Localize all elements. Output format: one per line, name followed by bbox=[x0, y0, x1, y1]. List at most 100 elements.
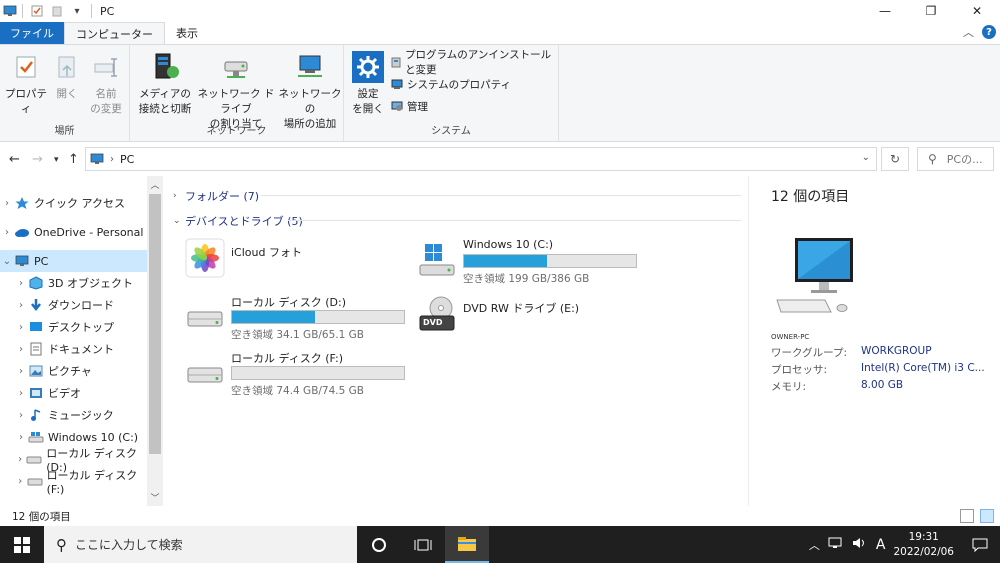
usage-bar-fill bbox=[232, 311, 315, 323]
minimize-button[interactable]: — bbox=[862, 0, 908, 22]
task-view-button[interactable] bbox=[401, 526, 445, 563]
divider bbox=[91, 4, 92, 18]
chevron-right-icon[interactable]: › bbox=[14, 432, 28, 443]
back-button[interactable]: ← bbox=[9, 152, 20, 167]
free-space-text: 空き領域 199 GB/386 GB bbox=[463, 273, 590, 285]
notification-button[interactable] bbox=[960, 526, 1000, 563]
forward-button[interactable]: → bbox=[32, 152, 43, 167]
nav-drive-f[interactable]: › ローカル ディスク (F:) bbox=[0, 469, 147, 496]
volume-icon[interactable] bbox=[852, 537, 868, 552]
media-connect-button[interactable]: メディアの 接続と切断 bbox=[134, 51, 196, 117]
cloud-icon bbox=[14, 225, 30, 239]
divider bbox=[22, 4, 23, 18]
computer-name: OWNER-PC bbox=[771, 333, 810, 341]
free-space-text: 空き領域 34.1 GB/65.1 GB bbox=[231, 329, 364, 341]
scrollbar-thumb[interactable] bbox=[149, 194, 161, 454]
chevron-right-icon[interactable]: › bbox=[14, 278, 28, 289]
search-icon: ⚲ bbox=[56, 535, 67, 554]
tab-file[interactable]: ファイル bbox=[0, 22, 64, 44]
pc-icon[interactable] bbox=[2, 3, 18, 19]
ribbon-group-network: メディアの 接続と切断 ネットワーク ドライブ の割り当て ネットワークの 場所… bbox=[130, 45, 344, 141]
scroll-down-icon[interactable]: ﹀ bbox=[147, 491, 163, 504]
chevron-right-icon[interactable]: › bbox=[14, 300, 28, 311]
open-button[interactable]: 開く bbox=[50, 51, 84, 102]
recent-locations-icon[interactable]: ▾ bbox=[54, 155, 59, 165]
details-title: 12 個の項目 bbox=[771, 189, 850, 205]
ime-indicator[interactable]: A bbox=[876, 537, 886, 553]
chevron-up-icon[interactable]: ︿ bbox=[809, 537, 820, 553]
chevron-right-icon[interactable]: › bbox=[0, 198, 14, 209]
nav-music[interactable]: › ミュージック bbox=[0, 404, 147, 426]
tiles-view-button[interactable] bbox=[980, 509, 994, 523]
folders-section-header[interactable]: › フォルダー (7) bbox=[173, 188, 259, 204]
tile-drive-e[interactable]: DVD DVD RW ドライブ (E:) bbox=[415, 292, 645, 338]
chevron-right-icon[interactable]: › bbox=[173, 191, 185, 201]
quick-access-dropdown-icon[interactable]: ▾ bbox=[70, 4, 84, 18]
nav-videos[interactable]: › ビデオ bbox=[0, 382, 147, 404]
tab-computer[interactable]: コンピューター bbox=[64, 22, 165, 44]
chevron-right-icon[interactable]: › bbox=[14, 476, 27, 487]
chevron-down-icon[interactable]: ⌄ bbox=[0, 256, 14, 267]
tab-view[interactable]: 表示 bbox=[165, 22, 209, 44]
chevron-down-icon[interactable]: ⌄ bbox=[173, 216, 185, 226]
network-icon[interactable] bbox=[828, 537, 844, 552]
refresh-button[interactable]: ↻ bbox=[881, 147, 909, 171]
chevron-down-icon[interactable]: ⌄ bbox=[862, 152, 870, 163]
usage-bar bbox=[231, 366, 405, 380]
tile-icloud-photos[interactable]: iCloud フォト bbox=[183, 236, 403, 282]
chevron-right-icon[interactable]: › bbox=[0, 227, 14, 238]
nav-desktop[interactable]: › デスクトップ bbox=[0, 316, 147, 338]
properties-quick-icon[interactable] bbox=[30, 4, 44, 18]
help-icon[interactable]: ? bbox=[982, 25, 996, 39]
chevron-right-icon[interactable]: › bbox=[14, 388, 28, 399]
nav-onedrive[interactable]: › OneDrive - Personal bbox=[0, 221, 147, 243]
gear-icon bbox=[352, 51, 384, 83]
nav-3d-objects[interactable]: › 3D オブジェクト bbox=[0, 272, 147, 294]
nav-downloads[interactable]: › ダウンロード bbox=[0, 294, 147, 316]
devices-section-header[interactable]: ⌄ デバイスとドライブ (5) bbox=[173, 213, 303, 229]
address-bar[interactable]: › PC ⌄ bbox=[85, 147, 877, 171]
properties-icon bbox=[10, 51, 42, 83]
nav-pc[interactable]: ⌄ PC bbox=[0, 250, 147, 272]
map-network-drive-button[interactable]: ネットワーク ドライブ の割り当て bbox=[196, 51, 276, 132]
cortana-button[interactable] bbox=[357, 526, 401, 563]
chevron-right-icon[interactable]: › bbox=[14, 410, 28, 421]
up-button[interactable]: ↑ bbox=[68, 152, 79, 167]
tile-drive-f[interactable]: ローカル ディスク (F:) 空き領域 74.4 GB/74.5 GB bbox=[183, 348, 413, 398]
close-button[interactable]: ✕ bbox=[954, 0, 1000, 22]
address-path: PC bbox=[120, 152, 135, 166]
manage-button[interactable]: 管理 bbox=[390, 97, 428, 115]
chevron-right-icon[interactable]: › bbox=[14, 344, 28, 355]
search-input[interactable]: ⚲ PCの... bbox=[917, 147, 994, 171]
taskbar: ⚲ ここに入力して検索 ︿ A 19:31 2022/02/06 bbox=[0, 526, 1000, 563]
properties-button[interactable]: プロパティ bbox=[4, 51, 48, 117]
details-view-button[interactable] bbox=[960, 509, 974, 523]
system-properties-button[interactable]: システムのプロパティ bbox=[390, 75, 511, 93]
nav-scrollbar[interactable]: ︿ ﹀ bbox=[147, 176, 163, 506]
group-label-system: システム bbox=[431, 126, 471, 137]
desktop-icon bbox=[28, 320, 44, 334]
add-network-location-button[interactable]: ネットワークの 場所の追加 bbox=[278, 51, 342, 132]
chevron-right-icon[interactable]: › bbox=[14, 454, 26, 465]
collapse-ribbon-icon[interactable]: ︿ bbox=[963, 24, 974, 40]
nav-pictures[interactable]: › ピクチャ bbox=[0, 360, 147, 382]
taskbar-search-input[interactable]: ⚲ ここに入力して検索 bbox=[44, 526, 357, 563]
file-explorer-taskbar-button[interactable] bbox=[445, 526, 489, 563]
tile-drive-c[interactable]: Windows 10 (C:) 空き領域 199 GB/386 GB bbox=[415, 236, 645, 286]
open-settings-button[interactable]: 設定 を開く bbox=[350, 51, 386, 117]
tile-drive-d[interactable]: ローカル ディスク (D:) 空き領域 34.1 GB/65.1 GB bbox=[183, 292, 413, 342]
nav-quick-access[interactable]: › クイック アクセス bbox=[0, 192, 147, 214]
start-button[interactable] bbox=[0, 526, 44, 563]
rename-button[interactable]: 名前 の変更 bbox=[86, 51, 126, 117]
chevron-right-icon[interactable]: › bbox=[14, 366, 28, 377]
nav-documents[interactable]: › ドキュメント bbox=[0, 338, 147, 360]
clock[interactable]: 19:31 2022/02/06 bbox=[893, 530, 954, 560]
chevron-right-icon[interactable]: › bbox=[110, 154, 114, 165]
uninstall-programs-button[interactable]: プログラムのアンインストールと変更 bbox=[390, 49, 558, 76]
chevron-right-icon[interactable]: › bbox=[14, 322, 28, 333]
ribbon-group-system: 設定 を開く プログラムのアンインストールと変更 システムのプロパティ 管理 シ… bbox=[344, 45, 559, 141]
scroll-up-icon[interactable]: ︿ bbox=[147, 178, 163, 191]
group-label-location: 場所 bbox=[54, 126, 75, 137]
new-folder-quick-icon[interactable] bbox=[50, 4, 64, 18]
maximize-button[interactable]: ❐ bbox=[908, 0, 954, 22]
